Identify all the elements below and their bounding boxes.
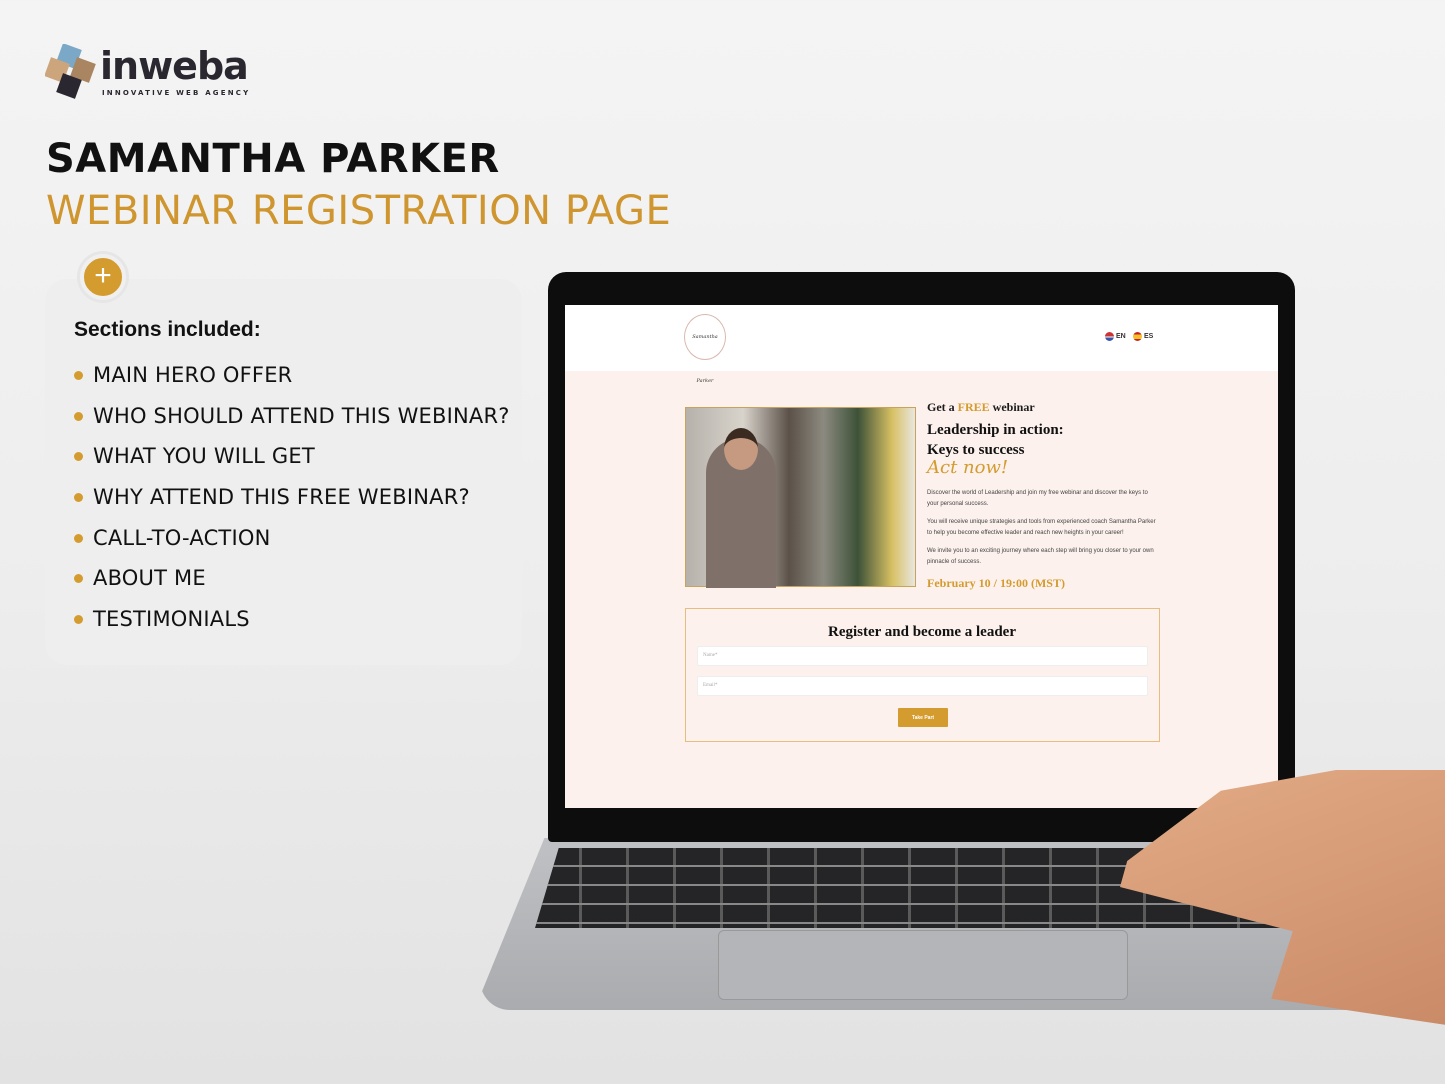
bullet-icon xyxy=(74,574,83,584)
bullet-icon xyxy=(74,533,83,543)
list-item: ABOUT ME xyxy=(74,566,510,607)
hero-kicker: Get a FREE webinar xyxy=(927,400,1035,414)
form-title: Register and become a leader xyxy=(827,624,1016,640)
lang-en[interactable]: EN xyxy=(1105,332,1126,341)
bullet-icon xyxy=(74,493,83,503)
inweba-puzzle-logo xyxy=(45,44,96,99)
list-item: WHY ATTEND THIS FREE WEBINAR? xyxy=(74,485,510,526)
us-flag-icon xyxy=(1105,332,1114,341)
hero-paragraph: You will receive unique strategies and t… xyxy=(927,519,1156,536)
plus-icon: + xyxy=(80,254,126,300)
person-head xyxy=(724,428,758,470)
page-subtitle: WEBINAR REGISTRATION PAGE xyxy=(46,188,672,234)
email-input[interactable]: Email* xyxy=(697,676,1148,696)
webinar-date: February 10 / 19:00 (MST) xyxy=(927,576,1065,590)
bullet-icon xyxy=(74,411,83,421)
bullet-icon xyxy=(74,371,83,380)
brand-name: inweba xyxy=(100,44,249,88)
lang-es[interactable]: ES xyxy=(1133,332,1153,341)
hero-cta-script: Act now! xyxy=(927,457,1009,478)
page-title: SAMANTHA PARKER xyxy=(46,136,500,182)
sections-list: MAIN HERO OFFER WHO SHOULD ATTEND THIS W… xyxy=(74,363,510,648)
registration-form: Register and become a leader Name* Email… xyxy=(685,608,1160,742)
hero-headline: Leadership in action: Keys to success xyxy=(927,422,1064,458)
list-item: CALL-TO-ACTION xyxy=(74,526,510,567)
brand-tagline: INNOVATIVE WEB AGENCY xyxy=(102,89,251,97)
site-header: Samantha Parker EN ES xyxy=(565,305,1278,384)
hero-paragraph: We invite you to an exciting journey whe… xyxy=(927,548,1154,565)
hero-paragraph: Discover the world of Leadership and joi… xyxy=(927,490,1148,507)
sections-heading: Sections included: xyxy=(74,318,261,341)
es-flag-icon xyxy=(1133,332,1142,341)
take-part-button[interactable]: Take Part xyxy=(898,708,948,727)
laptop-trackpad xyxy=(718,930,1128,1000)
list-item: WHO SHOULD ATTEND THIS WEBINAR? xyxy=(74,404,510,445)
hero-photo xyxy=(685,407,916,588)
list-item: WHAT YOU WILL GET xyxy=(74,444,510,485)
site-logo[interactable]: Samantha Parker xyxy=(684,314,726,384)
list-item: MAIN HERO OFFER xyxy=(74,363,510,404)
name-input[interactable]: Name* xyxy=(697,646,1148,666)
bullet-icon xyxy=(74,615,83,625)
list-item: TESTIMONIALS xyxy=(74,607,510,648)
laptop-screen: Samantha Parker EN ES Get a FREE webinar… xyxy=(565,305,1278,808)
bullet-icon xyxy=(74,452,83,462)
